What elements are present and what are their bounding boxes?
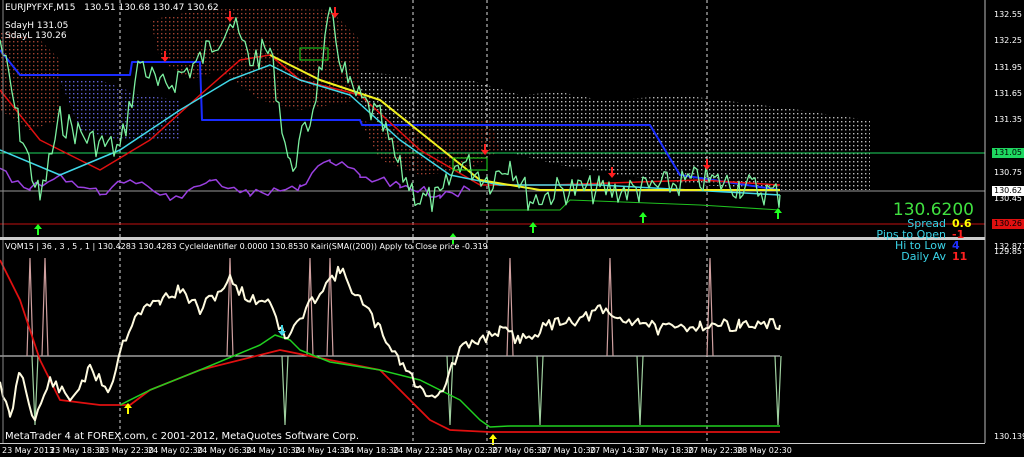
cycle-peak-spike: [606, 257, 614, 357]
time-tick-label: 24 May 02:30: [148, 446, 203, 455]
info-row-daily-av: Daily Av 11: [901, 250, 974, 263]
time-tick-label: 25 May 02:30: [443, 446, 498, 455]
time-tick-label: 27 May 22:30: [688, 446, 743, 455]
time-tick-label: 27 May 06:30: [492, 446, 547, 455]
price-tick-label: 131.35: [994, 115, 1022, 125]
cycle-trough-spike: [281, 355, 289, 426]
info-value: 11: [952, 250, 968, 263]
time-tick-label: 24 May 14:30: [295, 446, 350, 455]
time-tick-label: 24 May 10:30: [246, 446, 301, 455]
daily-low-marker: 130.26: [992, 219, 1024, 229]
cycle-peak-spike: [226, 257, 234, 357]
time-tick-label: 23 May 2013: [2, 446, 55, 455]
ichimoku-cloud-red-left: [0, 30, 60, 130]
ichimoku-cloud-red-mid: [360, 120, 500, 175]
time-tick-label: 28 May 02:30: [737, 446, 792, 455]
cycle-trough-spike: [774, 355, 782, 426]
buy-arrow-icon: [639, 212, 647, 223]
buy-arrow-icon: [34, 224, 42, 235]
cycle-peak-spike: [306, 257, 314, 357]
time-tick-label: 27 May 18:30: [639, 446, 694, 455]
price-pane[interactable]: [0, 0, 985, 443]
time-tick-label: 24 May 06:30: [197, 446, 252, 455]
time-tick-label: 24 May 22:30: [393, 446, 448, 455]
sday-high-label: SdayH 131.05: [5, 21, 69, 31]
price-tick-label: 130.75: [994, 167, 1022, 177]
cycle-trough-spike: [536, 355, 544, 426]
chart-title: EURJPYFXF,M15 130.51 130.68 130.47 130.6…: [5, 3, 219, 13]
copyright-text: MetaTrader 4 at FOREX.com, c 2001-2012, …: [5, 431, 360, 442]
cycle-peak-spike: [26, 257, 34, 357]
cycle-trough-spike: [636, 355, 644, 426]
price-tick-label: 131.65: [994, 88, 1022, 98]
symbol-label: EURJPYFXF,M15: [5, 3, 76, 13]
indicator-label: VQM15 | 36 , 3 , 5 , 1 | 130.4283 130.42…: [5, 242, 488, 251]
time-tick-label: 23 May 18:30: [50, 446, 105, 455]
time-tick-label: 24 May 18:30: [344, 446, 399, 455]
cycle-peak-spike: [41, 257, 49, 357]
time-tick-label: 27 May 10:30: [541, 446, 596, 455]
indicator-pane[interactable]: [0, 257, 782, 445]
pane-separator[interactable]: [0, 237, 985, 240]
cycle-peak-spike: [706, 257, 714, 357]
indicator-axis-top: 132.871: [994, 242, 1024, 251]
time-tick-label: 23 May 22:30: [99, 446, 154, 455]
time-tick-label: 27 May 14:30: [590, 446, 645, 455]
price-tick-label: 132.25: [994, 36, 1022, 46]
daily-high-marker: 131.05: [992, 148, 1024, 158]
info-label: Daily Av: [901, 250, 946, 263]
chart-canvas[interactable]: [0, 0, 1024, 457]
ohlc-values: 130.51 130.68 130.47 130.62: [84, 3, 219, 13]
price-tick-label: 132.55: [994, 10, 1022, 19]
cycle-peak-spike: [506, 257, 514, 357]
green-stop-line: [480, 199, 781, 211]
oscillator-line: [0, 265, 781, 422]
cycle-peak-spike: [326, 257, 334, 357]
sday-low-label: SdayL 130.26: [5, 31, 67, 41]
price-tick-label: 131.95: [994, 62, 1022, 72]
indicator-axis-bottom: 130.139: [994, 432, 1024, 441]
current-price-marker: 130.62: [992, 186, 1024, 196]
